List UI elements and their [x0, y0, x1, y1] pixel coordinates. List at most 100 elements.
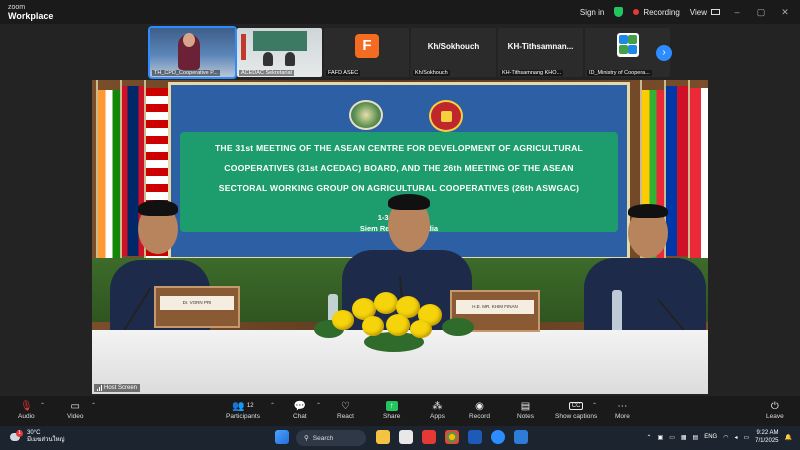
recording-indicator[interactable]: Recording — [633, 8, 680, 17]
weather-temp: 30°C — [27, 430, 41, 436]
participants-button[interactable]: 👥 12 Participants — [226, 399, 260, 421]
notifications-bell-icon[interactable]: 🔔 — [785, 434, 792, 441]
clock-time: 9:22 AM — [756, 430, 779, 436]
audio-label: Audio — [18, 413, 35, 420]
nameplate-text: Dr. VORN PRI — [160, 296, 234, 310]
taskbar-clock[interactable]: 9:22 AM 7/1/2025 — [755, 429, 778, 445]
captions-options-chevron-icon[interactable]: ⌃ — [592, 402, 597, 409]
participant-display-name: Kh/Sokhouch — [427, 42, 480, 51]
participant-name: ACEDAC Sekretariat — [239, 70, 295, 76]
speaker-icon[interactable]: ◂ — [734, 434, 737, 441]
hair-shape — [388, 194, 430, 210]
logo-quad — [628, 45, 637, 54]
notes-label: Notes — [517, 413, 534, 420]
start-windows-icon[interactable] — [275, 430, 289, 444]
tray-app-icon[interactable]: ▤ — [693, 434, 699, 441]
participant-tile[interactable]: TH_CPD_Cooperative P... — [148, 26, 237, 79]
participant-tile[interactable]: Kh/Sokhouch Kh/Sokhouch — [411, 28, 496, 77]
signal-bars-icon — [97, 385, 102, 391]
leaf — [442, 318, 474, 336]
tray-app-icon[interactable]: ▣ — [658, 434, 664, 441]
store-icon[interactable] — [399, 430, 413, 444]
title-bar: zoom Workplace Sign in Recording View – … — [0, 0, 800, 24]
participant-tile[interactable]: F FAFD ASEC — [324, 28, 409, 77]
record-icon: ◉ — [475, 400, 484, 412]
asean-emblem-icon — [429, 100, 463, 132]
chat-label: Chat — [293, 413, 307, 420]
participant-name: ID_Ministry of Coopera... — [587, 70, 652, 76]
tray-app-icon[interactable]: ▦ — [681, 434, 687, 441]
react-button[interactable]: ♡ React — [337, 399, 354, 421]
minimize-icon[interactable]: – — [730, 7, 744, 17]
banner-line: COOPERATIVES (31st ACEDAC) BOARD, AND TH… — [224, 163, 574, 173]
youtube-icon[interactable] — [422, 430, 436, 444]
participant-name: KH-Tithsamnang KHO... — [500, 70, 564, 76]
maximize-icon[interactable]: ▢ — [754, 7, 768, 18]
participants-count: 12 — [246, 403, 254, 409]
weather-desc: มีเมฆส่วนใหญ่ — [27, 437, 65, 443]
notes-icon: ▤ — [520, 400, 531, 412]
chat-options-chevron-icon[interactable]: ⌃ — [316, 402, 321, 409]
video-options-chevron-icon[interactable]: ⌃ — [91, 402, 96, 409]
participant-tile[interactable]: ACEDAC Sekretariat — [237, 28, 322, 77]
search-icon: ⚲ — [304, 435, 309, 442]
view-button[interactable]: View — [690, 8, 720, 17]
share-screen-icon: ↑ — [385, 399, 398, 413]
more-button[interactable]: ⋯ More — [615, 399, 630, 421]
tray-chevron-icon[interactable]: ⌃ — [646, 434, 651, 441]
taskbar-search[interactable]: ⚲ Search — [296, 430, 366, 446]
chat-button[interactable]: 💬 Chat — [293, 399, 307, 421]
participant-avatar: F — [355, 34, 379, 58]
chrome-icon[interactable] — [445, 430, 459, 444]
zoom-app-icon[interactable] — [491, 430, 505, 444]
banner-line: THE 31st MEETING OF THE ASEAN CENTRE FOR… — [214, 143, 584, 153]
clock-date: 7/1/2025 — [755, 438, 779, 444]
participants-icon: 👥 12 — [232, 400, 254, 412]
person-shape — [285, 52, 295, 66]
video-camera-icon: ▭ — [70, 400, 80, 412]
language-indicator[interactable]: ENG — [704, 434, 717, 440]
more-dots-icon: ⋯ — [617, 400, 628, 412]
hair-shape — [138, 200, 178, 216]
notes-button[interactable]: ▤ Notes — [517, 399, 534, 421]
person-shape — [263, 52, 273, 66]
audio-options-chevron-icon[interactable]: ⌃ — [40, 402, 45, 409]
logo-quad — [628, 35, 637, 44]
water-bottle — [612, 290, 622, 334]
audio-button[interactable]: 🎙 Audio — [18, 399, 35, 421]
participant-display-name: KH-Tithsamnan... — [507, 42, 574, 51]
participants-options-chevron-icon[interactable]: ⌃ — [270, 402, 275, 409]
chat-bubble-icon: 💬 — [293, 400, 307, 412]
next-page-chevron-icon[interactable]: › — [656, 45, 672, 61]
main-video: THE 31st MEETING OF THE ASEAN CENTRE FOR… — [92, 80, 708, 394]
microphone-muted-icon: 🎙 — [19, 400, 33, 412]
record-button[interactable]: ◉ Record — [469, 399, 490, 421]
heart-icon: ♡ — [341, 400, 350, 412]
battery-icon[interactable]: ▭ — [743, 434, 749, 441]
view-label: View — [689, 7, 707, 17]
ministry-logo-icon — [617, 33, 639, 57]
captions-label: Show captions — [555, 413, 598, 420]
word-icon[interactable] — [468, 430, 482, 444]
participant-name: FAFD ASEC — [326, 70, 361, 76]
weather-widget[interactable]: 1 30°C มีเมฆส่วนใหญ่ — [10, 429, 65, 444]
file-explorer-icon[interactable] — [376, 430, 390, 444]
signin-button[interactable]: Sign in — [580, 8, 604, 17]
windows-taskbar: 1 30°C มีเมฆส่วนใหญ่ ⚲ Search ⌃ ▣ ▭ ▦ ▤ … — [0, 426, 800, 450]
wifi-icon[interactable]: ◠ — [723, 434, 728, 441]
share-label: Share — [383, 413, 401, 420]
share-button[interactable]: ↑ Share — [383, 399, 400, 420]
banner-title: THE 31st MEETING OF THE ASEAN CENTRE FOR… — [188, 138, 610, 198]
video-button[interactable]: ▭ Video — [67, 399, 84, 421]
leave-button[interactable]: ⏻ Leave — [766, 399, 784, 421]
notepad-icon[interactable] — [514, 430, 528, 444]
zoom-logo: zoom Workplace — [8, 3, 53, 21]
video-label: Video — [67, 413, 84, 420]
security-shield-icon[interactable] — [614, 7, 624, 17]
apps-button[interactable]: ⁂ Apps — [430, 399, 445, 421]
captions-button[interactable]: CC Show captions — [555, 399, 597, 420]
close-icon[interactable]: ✕ — [778, 7, 792, 18]
participant-tile[interactable]: KH-Tithsamnan... KH-Tithsamnang KHO... — [498, 28, 583, 77]
tray-app-icon[interactable]: ▭ — [669, 434, 675, 441]
more-label: More — [615, 413, 630, 420]
